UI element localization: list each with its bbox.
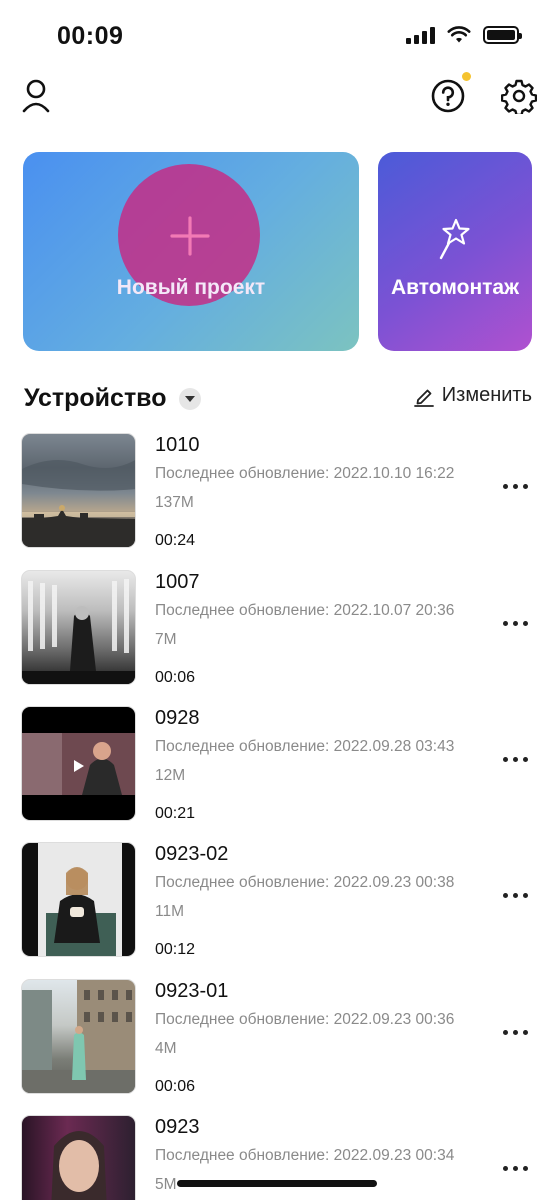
- project-size: 137M: [155, 494, 194, 511]
- home-indicator: [177, 1180, 377, 1187]
- status-time: 00:09: [57, 22, 124, 50]
- screen: 00:09 Новый проект Автомонтаж Устройство…: [0, 0, 555, 1200]
- more-options-button[interactable]: [503, 484, 528, 489]
- project-row[interactable]: 0923 Последнее обновление: 2022.09.23 00…: [0, 1115, 555, 1200]
- plus-icon: [170, 216, 210, 256]
- gear-icon: [501, 79, 537, 114]
- more-options-button[interactable]: [503, 893, 528, 898]
- more-options-button[interactable]: [503, 1030, 528, 1035]
- pencil-icon: [413, 389, 434, 407]
- help-circle-icon: [431, 79, 465, 113]
- project-name: 0923-01: [155, 980, 229, 1002]
- colonnade-thumbnail-art: [22, 579, 135, 684]
- edit-label: Изменить: [441, 384, 532, 406]
- auto-edit-label: Автомонтаж: [391, 276, 519, 299]
- project-thumbnail: [21, 1115, 136, 1200]
- help-button[interactable]: [430, 78, 466, 114]
- project-thumbnail: [21, 842, 136, 957]
- project-name: 0923: [155, 1116, 200, 1138]
- project-updated: Последнее обновление: 2022.10.10 16:22: [155, 465, 455, 482]
- project-duration: 00:21: [155, 805, 196, 822]
- project-updated: Последнее обновление: 2022.09.23 00:38: [155, 874, 455, 891]
- project-row[interactable]: 0923-02 Последнее обновление: 2022.09.23…: [0, 842, 555, 962]
- project-name: 0923-02: [155, 843, 229, 865]
- project-duration: 00:24: [155, 532, 196, 549]
- project-size: 5M: [155, 1176, 177, 1193]
- section-title: Устройство: [24, 384, 167, 412]
- project-row[interactable]: 1010 Последнее обновление: 2022.10.10 16…: [0, 433, 555, 553]
- status-icons: [406, 26, 522, 44]
- auto-edit-button[interactable]: Автомонтаж: [378, 152, 532, 351]
- project-size: 7M: [155, 631, 177, 648]
- project-name: 0928: [155, 707, 200, 729]
- face-portrait-thumbnail-art: [51, 1131, 107, 1200]
- device-dropdown-button[interactable]: [179, 388, 201, 410]
- more-options-button[interactable]: [503, 757, 528, 762]
- project-thumbnail: [21, 433, 136, 548]
- project-duration: 00:06: [155, 669, 196, 686]
- project-size: 4M: [155, 1040, 177, 1057]
- status-bar: 00:09: [0, 0, 555, 70]
- settings-button[interactable]: [500, 78, 538, 114]
- user-icon: [22, 79, 50, 113]
- project-updated: Последнее обновление: 2022.09.23 00:34: [155, 1147, 455, 1164]
- project-duration: 00:12: [155, 941, 196, 958]
- project-name: 1010: [155, 434, 200, 456]
- project-thumbnail: [21, 979, 136, 1094]
- project-duration: 00:06: [155, 1078, 196, 1095]
- edit-button[interactable]: Изменить: [413, 384, 532, 407]
- new-project-label: Новый проект: [116, 276, 266, 299]
- magic-wand-icon: [439, 218, 470, 260]
- profile-button[interactable]: [20, 78, 52, 114]
- more-options-button[interactable]: [503, 621, 528, 626]
- portrait-thumbnail-art: [38, 843, 122, 956]
- project-row[interactable]: 1007 Последнее обновление: 2022.10.07 20…: [0, 570, 555, 690]
- project-row[interactable]: 0928 Последнее обновление: 2022.09.28 03…: [0, 706, 555, 826]
- more-options-button[interactable]: [503, 1166, 528, 1171]
- street-thumbnail-art: [22, 980, 135, 1093]
- project-name: 1007: [155, 571, 200, 593]
- cellular-signal-icon: [406, 26, 435, 44]
- caret-down-icon: [185, 395, 195, 402]
- project-updated: Последнее обновление: 2022.09.23 00:36: [155, 1011, 455, 1028]
- project-updated: Последнее обновление: 2022.10.07 20:36: [155, 602, 455, 619]
- battery-icon: [483, 26, 522, 44]
- project-row[interactable]: 0923-01 Последнее обновление: 2022.09.23…: [0, 979, 555, 1099]
- project-thumbnail: [21, 706, 136, 821]
- project-size: 12M: [155, 767, 186, 784]
- project-size: 11M: [155, 903, 185, 920]
- video-frame-thumbnail-art: [22, 733, 135, 795]
- cityscape-thumbnail-art: [22, 460, 135, 547]
- new-project-button[interactable]: Новый проект: [23, 152, 359, 351]
- wifi-icon: [447, 26, 471, 43]
- notification-dot: [462, 72, 471, 81]
- project-updated: Последнее обновление: 2022.09.28 03:43: [155, 738, 455, 755]
- project-thumbnail: [21, 570, 136, 685]
